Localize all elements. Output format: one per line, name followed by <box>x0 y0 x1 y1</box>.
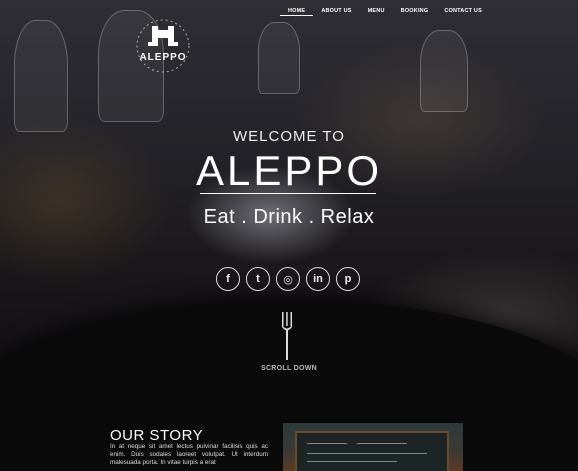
story-text: In at neque sit amet lectus pulvinar fac… <box>110 443 268 466</box>
site-logo[interactable]: ALEPPO <box>130 18 196 80</box>
main-nav: HOME ABOUT US MENU BOOKING CONTACT US <box>280 7 490 16</box>
logo-text: ALEPPO <box>139 52 187 63</box>
linkedin-icon[interactable]: in <box>306 267 330 291</box>
nav-about-us[interactable]: ABOUT US <box>313 7 359 16</box>
hero-title: ALEPPO <box>195 147 383 194</box>
hero-welcome: WELCOME TO <box>233 128 345 145</box>
nav-contact-us[interactable]: CONTACT US <box>436 7 490 16</box>
nav-menu[interactable]: MENU <box>360 7 393 16</box>
pinterest-icon[interactable]: p <box>336 267 360 291</box>
scroll-down-link[interactable]: SCROLL DOWN <box>0 365 578 372</box>
instagram-icon[interactable]: ◎ <box>276 267 300 291</box>
twitter-icon[interactable]: t <box>246 267 270 291</box>
story-title: OUR STORY <box>110 427 204 444</box>
title-underline <box>200 193 376 194</box>
nav-booking[interactable]: BOOKING <box>393 7 437 16</box>
logo-emblem-icon <box>136 19 190 73</box>
facebook-icon[interactable]: f <box>216 267 240 291</box>
social-links: f t ◎ in p <box>216 267 360 291</box>
menu-board-image <box>295 431 449 471</box>
fork-icon[interactable] <box>281 312 293 360</box>
nav-home[interactable]: HOME <box>280 7 314 16</box>
story-image <box>283 423 463 471</box>
hero-tagline: Eat . Drink . Relax <box>203 206 375 228</box>
